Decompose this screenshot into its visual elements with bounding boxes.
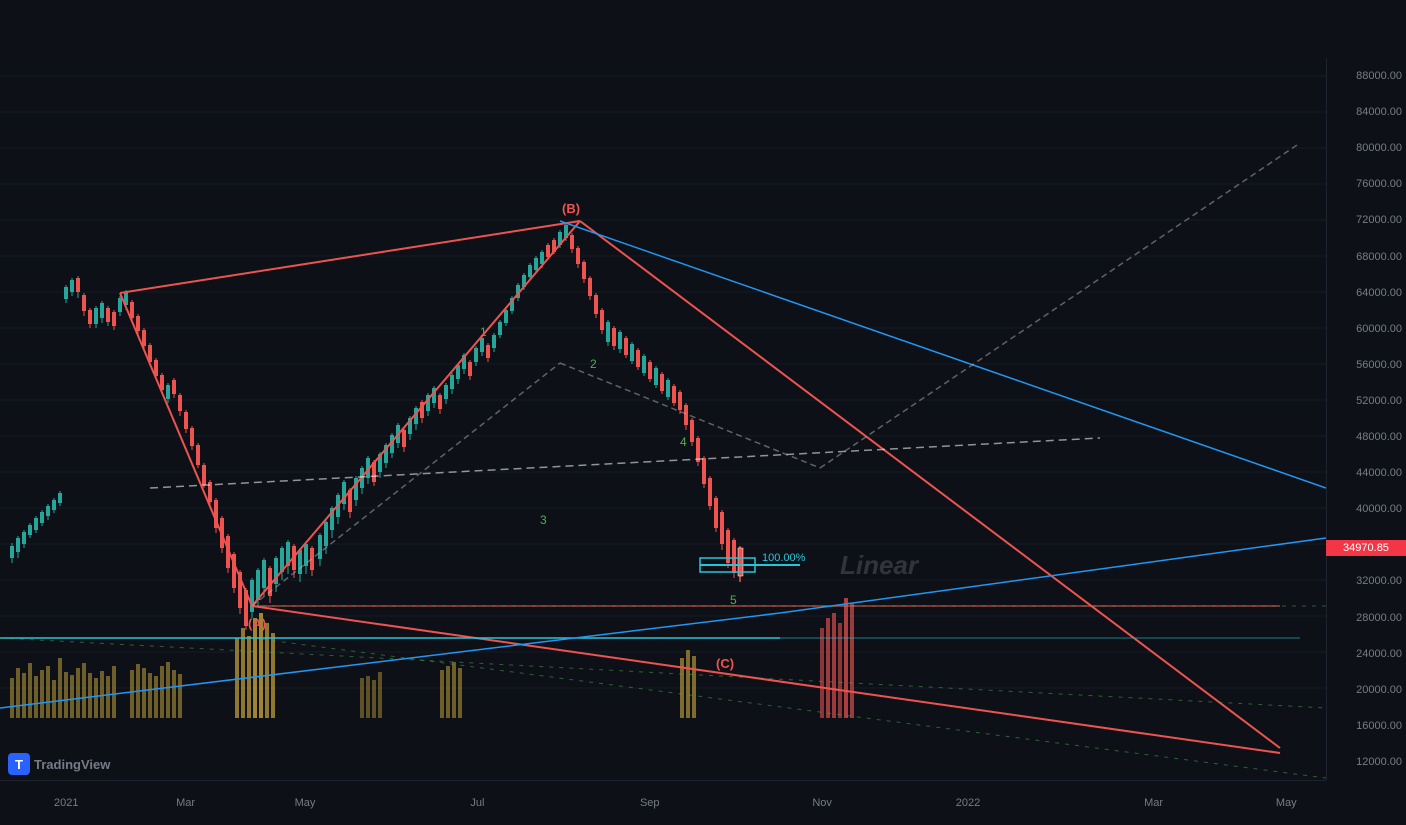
- svg-text:3: 3: [540, 513, 547, 527]
- price-axis: [1326, 58, 1406, 780]
- time-label-May: May: [1276, 797, 1297, 809]
- time-label-Nov: Nov: [812, 797, 832, 809]
- chart-area[interactable]: (B) (A) (C) 1 2 3 4 5 100.00% Linear: [0, 58, 1326, 780]
- svg-text:4: 4: [680, 435, 687, 449]
- svg-text:(C): (C): [716, 656, 734, 671]
- chart-header: [0, 0, 1406, 58]
- tv-logo-text: TradingView: [34, 757, 110, 772]
- svg-text:(A): (A): [248, 616, 266, 631]
- current-price-badge: 34970.85: [1326, 540, 1406, 556]
- time-label-2021: 2021: [54, 797, 78, 809]
- time-label-May: May: [295, 797, 316, 809]
- svg-text:T: T: [15, 757, 23, 772]
- time-label-Jul: Jul: [470, 797, 484, 809]
- time-label-Sep: Sep: [640, 797, 660, 809]
- svg-text:Linear: Linear: [840, 550, 920, 580]
- tradingview-watermark: T TradingView: [8, 753, 110, 775]
- time-label-Mar: Mar: [1144, 797, 1163, 809]
- time-label-Mar: Mar: [176, 797, 195, 809]
- svg-text:(B): (B): [562, 201, 580, 216]
- time-label-2022: 2022: [956, 797, 980, 809]
- svg-text:5: 5: [730, 593, 737, 607]
- svg-text:1: 1: [480, 325, 487, 339]
- svg-text:2: 2: [590, 357, 597, 371]
- svg-text:100.00%: 100.00%: [762, 552, 806, 564]
- time-axis: 2021 Mar May Jul Sep Nov 2022 Mar May: [0, 780, 1326, 825]
